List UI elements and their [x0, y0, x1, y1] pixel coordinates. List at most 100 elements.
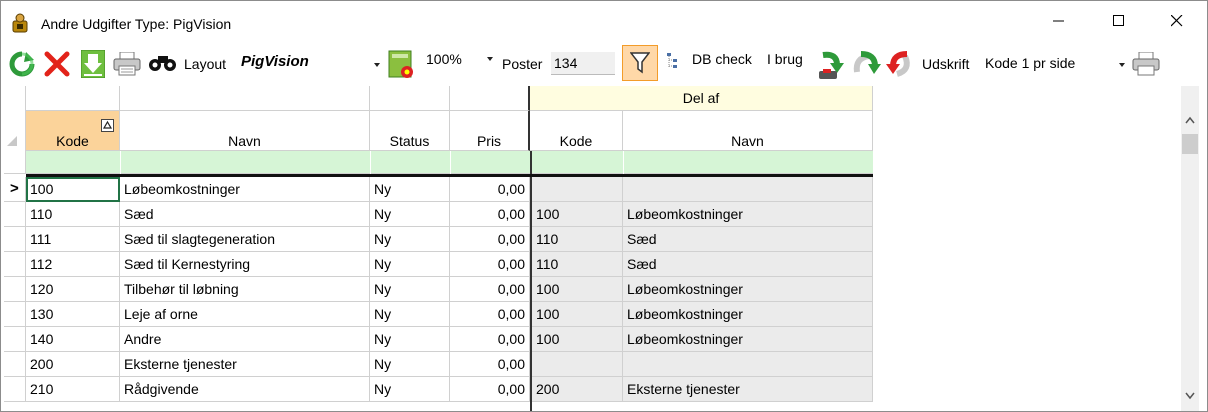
close-button[interactable] — [1147, 1, 1207, 41]
save-button[interactable] — [80, 49, 106, 81]
cell-status[interactable]: Ny — [370, 327, 450, 352]
cell-status[interactable]: Ny — [370, 377, 450, 402]
db-check-button[interactable]: DB check — [692, 51, 752, 67]
row-header[interactable] — [4, 252, 26, 277]
cell-del-navn[interactable]: Løbeomkostninger — [623, 277, 873, 302]
cell-del-kode[interactable]: 200 — [532, 377, 623, 402]
cell-navn[interactable]: Løbeomkostninger — [120, 177, 370, 202]
cell-del-navn[interactable] — [623, 177, 873, 202]
minimize-button[interactable] — [1029, 1, 1089, 41]
print-icon — [113, 51, 141, 76]
cell-navn[interactable]: Sæd — [120, 202, 370, 227]
cell-navn[interactable]: Sæd til slagtegeneration — [120, 227, 370, 252]
cell-navn[interactable]: Andre — [120, 327, 370, 352]
cell-status[interactable]: Ny — [370, 352, 450, 377]
scrollbar-thumb[interactable] — [1182, 134, 1198, 154]
row-header[interactable] — [4, 377, 26, 402]
cell-del-navn[interactable] — [623, 352, 873, 377]
cell-pris[interactable]: 0,00 — [450, 227, 530, 252]
row-header[interactable] — [4, 277, 26, 302]
cell-del-kode[interactable]: 110 — [532, 252, 623, 277]
cell-del-navn[interactable]: Løbeomkostninger — [623, 202, 873, 227]
zoom-combo[interactable]: 100% — [421, 47, 497, 69]
cell-pris[interactable]: 0,00 — [450, 377, 530, 402]
filter-button[interactable] — [622, 45, 658, 81]
move-green-button[interactable] — [851, 50, 881, 83]
column-header-del-kode[interactable]: Kode — [530, 111, 623, 151]
cell-navn[interactable]: Sæd til Kernestyring — [120, 252, 370, 277]
column-header-kode[interactable]: Kode — [26, 111, 120, 151]
group-header-del-af[interactable]: Del af — [530, 86, 873, 111]
cell-pris[interactable]: 0,00 — [450, 327, 530, 352]
column-header-navn[interactable]: Navn — [120, 111, 370, 151]
scroll-down-icon[interactable] — [1185, 392, 1195, 400]
cell-kode[interactable]: 200 — [26, 352, 120, 377]
cell-kode[interactable]: 112 — [26, 252, 120, 277]
cell-del-kode[interactable]: 100 — [532, 327, 623, 352]
delete-button[interactable] — [43, 50, 71, 81]
cell-pris[interactable]: 0,00 — [450, 302, 530, 327]
cell-status[interactable]: Ny — [370, 302, 450, 327]
cell-status[interactable]: Ny — [370, 227, 450, 252]
cell-del-kode[interactable] — [532, 352, 623, 377]
move-red-button[interactable] — [885, 50, 915, 83]
cell-del-kode[interactable]: 110 — [532, 227, 623, 252]
cell-kode[interactable]: 130 — [26, 302, 120, 327]
cell-del-navn[interactable]: Sæd — [623, 252, 873, 277]
poster-count: 134 — [551, 52, 615, 75]
cell-pris[interactable]: 0,00 — [450, 252, 530, 277]
cell-navn[interactable]: Eksterne tjenester — [120, 352, 370, 377]
cell-kode[interactable]: 140 — [26, 327, 120, 352]
cell-kode[interactable]: 120 — [26, 277, 120, 302]
layout-combo[interactable]: PigVision — [237, 52, 385, 74]
column-header-status[interactable]: Status — [370, 111, 450, 151]
i-brug-button[interactable]: I brug — [767, 51, 803, 67]
title-bar[interactable]: Andre Udgifter Type: PigVision — [1, 1, 1207, 41]
row-header[interactable] — [4, 352, 26, 377]
cell-pris[interactable]: 0,00 — [450, 352, 530, 377]
cell-status[interactable]: Ny — [370, 252, 450, 277]
corner-triangle-icon — [7, 136, 17, 146]
row-header[interactable] — [4, 227, 26, 252]
cell-del-kode[interactable] — [532, 177, 623, 202]
move-down-button[interactable] — [817, 51, 845, 84]
cell-status[interactable]: Ny — [370, 177, 450, 202]
scroll-up-icon[interactable] — [1185, 116, 1195, 124]
cell-del-kode[interactable]: 100 — [532, 302, 623, 327]
cell-del-kode[interactable]: 100 — [532, 277, 623, 302]
cell-pris[interactable]: 0,00 — [450, 277, 530, 302]
cell-kode[interactable]: 100 — [26, 177, 120, 202]
vertical-scrollbar[interactable] — [1181, 86, 1199, 411]
row-header[interactable]: > — [4, 177, 26, 202]
print-report-button[interactable] — [1132, 51, 1160, 79]
cell-pris[interactable]: 0,00 — [450, 177, 530, 202]
tree-button[interactable] — [666, 51, 682, 76]
refresh-button[interactable] — [9, 51, 35, 80]
cell-navn[interactable]: Rådgivende — [120, 377, 370, 402]
column-header-pris[interactable]: Pris — [450, 111, 530, 151]
cell-del-navn[interactable]: Løbeomkostninger — [623, 302, 873, 327]
row-header[interactable] — [4, 302, 26, 327]
maximize-button[interactable] — [1089, 1, 1149, 41]
cell-navn[interactable]: Leje af orne — [120, 302, 370, 327]
cell-status[interactable]: Ny — [370, 202, 450, 227]
cell-del-navn[interactable]: Løbeomkostninger — [623, 327, 873, 352]
cell-kode[interactable]: 210 — [26, 377, 120, 402]
row-header[interactable] — [4, 202, 26, 227]
column-header-del-navn[interactable]: Navn — [623, 111, 873, 151]
search-button[interactable] — [147, 53, 179, 76]
cell-del-navn[interactable]: Sæd — [623, 227, 873, 252]
cell-del-navn[interactable]: Eksterne tjenester — [623, 377, 873, 402]
print-button[interactable] — [113, 51, 141, 79]
window-title: Andre Udgifter Type: PigVision — [41, 16, 232, 32]
row-header[interactable] — [4, 327, 26, 352]
cell-navn[interactable]: Tilbehør til løbning — [120, 277, 370, 302]
cell-pris[interactable]: 0,00 — [450, 202, 530, 227]
grid-corner[interactable] — [4, 86, 26, 174]
cell-kode[interactable]: 110 — [26, 202, 120, 227]
udskrift-combo[interactable]: Kode 1 pr side — [979, 52, 1131, 74]
cell-status[interactable]: Ny — [370, 277, 450, 302]
cell-del-kode[interactable]: 100 — [532, 202, 623, 227]
cell-kode[interactable]: 111 — [26, 227, 120, 252]
layout-edit-button[interactable] — [388, 48, 416, 83]
